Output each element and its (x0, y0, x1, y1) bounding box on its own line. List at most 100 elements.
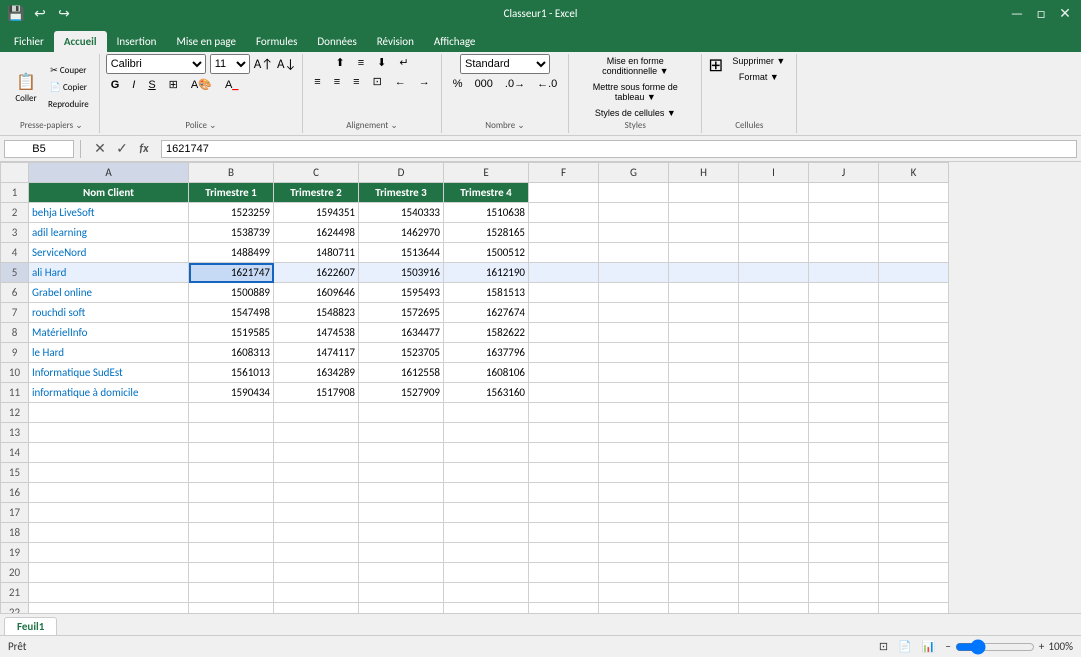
cell[interactable] (529, 203, 599, 223)
cell[interactable] (529, 503, 599, 523)
cell[interactable] (879, 503, 949, 523)
cell[interactable] (669, 483, 739, 503)
tab-formules[interactable]: Formules (246, 31, 307, 52)
cell[interactable] (529, 563, 599, 583)
cell[interactable] (29, 603, 189, 614)
cell[interactable] (29, 403, 189, 423)
cell[interactable]: MatérielInfo (29, 323, 189, 343)
cell[interactable] (599, 323, 669, 343)
cell[interactable] (359, 443, 444, 463)
copier-button[interactable]: 📄 Copier (44, 80, 93, 95)
cell[interactable]: 1527909 (359, 383, 444, 403)
cell[interactable] (599, 303, 669, 323)
cell[interactable]: 1612558 (359, 363, 444, 383)
cell[interactable]: 1538739 (189, 223, 274, 243)
cell[interactable]: Informatique SudEst (29, 363, 189, 383)
cell[interactable] (599, 523, 669, 543)
cell[interactable] (809, 243, 879, 263)
decrease-decimal-button[interactable]: ←.0 (532, 76, 562, 92)
cell[interactable] (359, 423, 444, 443)
cell[interactable] (529, 423, 599, 443)
cell[interactable]: 1474538 (274, 323, 359, 343)
cell[interactable] (599, 483, 669, 503)
cell[interactable]: 1627674 (444, 303, 529, 323)
align-bottom-button[interactable]: ⬇ (372, 54, 391, 71)
cell[interactable] (599, 603, 669, 614)
row-header-12[interactable]: 12 (1, 403, 29, 423)
col-header-i[interactable]: I (739, 163, 809, 183)
cell[interactable] (529, 603, 599, 614)
tab-affichage[interactable]: Affichage (424, 31, 486, 52)
cell[interactable] (359, 543, 444, 563)
cell[interactable] (599, 243, 669, 263)
cell[interactable] (739, 243, 809, 263)
cell[interactable] (879, 603, 949, 614)
cell[interactable] (29, 423, 189, 443)
cell[interactable]: ServiceNord (29, 243, 189, 263)
cell[interactable] (599, 583, 669, 603)
confirm-formula-button[interactable]: ✓ (113, 140, 131, 157)
col-header-a[interactable]: A (29, 163, 189, 183)
coller-button[interactable]: 📋 Coller (10, 69, 42, 106)
row-header-4[interactable]: 4 (1, 243, 29, 263)
cell[interactable] (739, 443, 809, 463)
col-header-c[interactable]: C (274, 163, 359, 183)
comma-button[interactable]: 000 (470, 76, 498, 92)
cell[interactable] (739, 383, 809, 403)
cell[interactable] (189, 403, 274, 423)
cell[interactable] (599, 343, 669, 363)
zoom-out-button[interactable]: − (945, 640, 950, 653)
maximize-button[interactable]: □ (1031, 5, 1051, 22)
cell[interactable]: Trimestre 3 (359, 183, 444, 203)
cell[interactable]: Grabel online (29, 283, 189, 303)
minimize-button[interactable]: — (1007, 5, 1027, 22)
cell[interactable] (529, 403, 599, 423)
cell[interactable] (669, 243, 739, 263)
cell[interactable] (669, 343, 739, 363)
fill-color-button[interactable]: A🎨 (186, 76, 217, 93)
conditional-format-button[interactable]: Mise en forme conditionnelle ▼ (575, 54, 695, 78)
cell[interactable] (599, 363, 669, 383)
cell[interactable] (599, 443, 669, 463)
sheet-view-normal[interactable]: ⊡ (879, 640, 888, 653)
cell[interactable] (444, 483, 529, 503)
cell[interactable] (444, 403, 529, 423)
undo-button[interactable]: ↩ (30, 5, 50, 22)
format-button[interactable]: Format ▼ (727, 70, 790, 84)
cell[interactable] (879, 423, 949, 443)
cell[interactable]: 1488499 (189, 243, 274, 263)
cell[interactable] (529, 543, 599, 563)
cell[interactable]: 1594351 (274, 203, 359, 223)
cell[interactable] (359, 403, 444, 423)
row-header-2[interactable]: 2 (1, 203, 29, 223)
cell[interactable] (809, 303, 879, 323)
cell[interactable] (879, 463, 949, 483)
row-header-6[interactable]: 6 (1, 283, 29, 303)
cell[interactable]: le Hard (29, 343, 189, 363)
cell[interactable] (809, 423, 879, 443)
tab-donnees[interactable]: Données (307, 31, 366, 52)
increase-decimal-button[interactable]: .0→ (500, 76, 530, 92)
cell[interactable] (809, 283, 879, 303)
cell[interactable] (739, 403, 809, 423)
row-header-13[interactable]: 13 (1, 423, 29, 443)
cell[interactable] (879, 203, 949, 223)
cell[interactable] (879, 583, 949, 603)
cell[interactable] (669, 223, 739, 243)
underline-button[interactable]: S (143, 77, 160, 93)
cell[interactable]: 1480711 (274, 243, 359, 263)
cell[interactable]: Trimestre 1 (189, 183, 274, 203)
cell[interactable] (739, 203, 809, 223)
cell[interactable] (879, 543, 949, 563)
row-header-8[interactable]: 8 (1, 323, 29, 343)
bold-button[interactable]: G (106, 77, 125, 93)
cell[interactable] (444, 603, 529, 614)
cell[interactable] (809, 463, 879, 483)
cell[interactable]: 1462970 (359, 223, 444, 243)
cell[interactable] (189, 563, 274, 583)
tab-mise-en-page[interactable]: Mise en page (166, 31, 246, 52)
cell[interactable] (669, 263, 739, 283)
row-header-14[interactable]: 14 (1, 443, 29, 463)
cell[interactable]: Trimestre 4 (444, 183, 529, 203)
cell[interactable] (669, 203, 739, 223)
